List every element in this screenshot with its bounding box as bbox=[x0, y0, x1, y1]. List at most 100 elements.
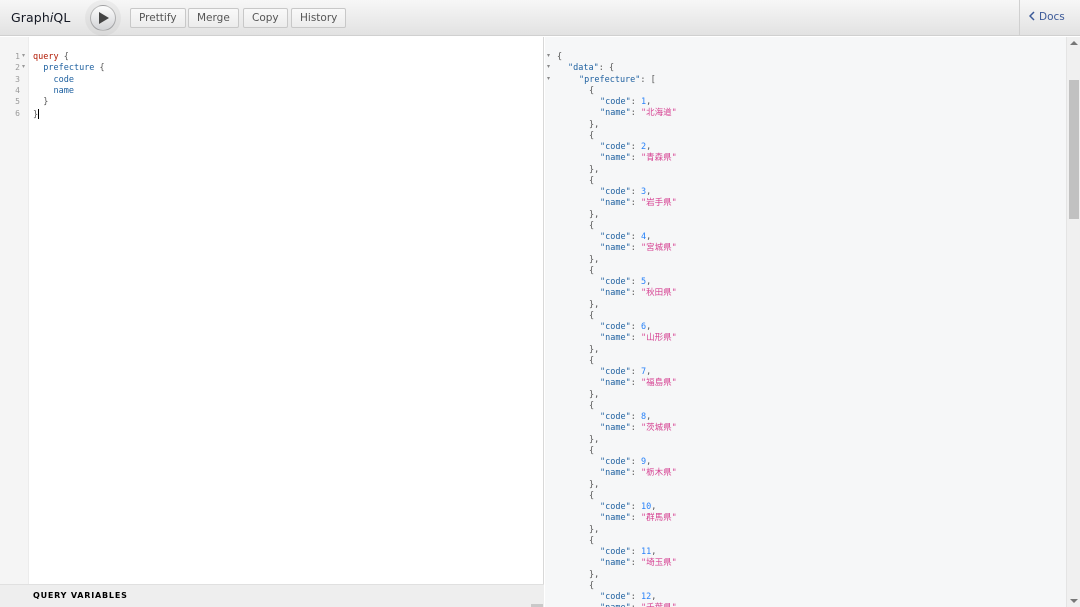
result-line: "name": "茨城県" bbox=[600, 423, 677, 434]
result-line: { bbox=[589, 266, 594, 277]
json-string: "群馬県" bbox=[640, 513, 677, 524]
query-line[interactable]: name bbox=[33, 85, 74, 97]
result-scrollbar[interactable] bbox=[1066, 37, 1080, 607]
result-line: { bbox=[589, 401, 594, 412]
toolbar: GraphiQL Prettify Merge Copy History Doc… bbox=[0, 0, 1080, 36]
result-line: }, bbox=[589, 120, 599, 131]
fold-arrow-icon[interactable]: ▾ bbox=[547, 52, 550, 59]
fold-arrow-icon[interactable]: ▾ bbox=[22, 63, 25, 70]
json-punctuation: { bbox=[557, 52, 563, 62]
result-line: "code": 9, bbox=[600, 457, 651, 468]
json-string: "青森県" bbox=[640, 153, 677, 164]
result-line: "code": 11, bbox=[600, 547, 656, 558]
query-field: code bbox=[53, 74, 74, 85]
json-punctuation: : bbox=[630, 142, 641, 152]
json-key: "name" bbox=[600, 333, 631, 344]
json-punctuation: , bbox=[646, 457, 652, 467]
result-line: "name": "秋田県" bbox=[600, 288, 677, 299]
json-punctuation: }, bbox=[589, 254, 600, 265]
json-key: "code" bbox=[600, 457, 631, 467]
result-line: "name": "群馬県" bbox=[600, 513, 677, 524]
result-line: "name": "栃木県" bbox=[600, 468, 677, 479]
query-line[interactable]: } bbox=[33, 97, 48, 108]
json-punctuation: { bbox=[589, 220, 595, 231]
execute-query-button[interactable] bbox=[90, 5, 116, 31]
result-line: "name": "岩手県" bbox=[600, 198, 677, 209]
text-cursor bbox=[38, 108, 40, 119]
json-punctuation: }, bbox=[589, 479, 600, 490]
json-punctuation: { bbox=[589, 490, 595, 501]
result-line: { bbox=[589, 356, 594, 367]
json-punctuation: : bbox=[630, 502, 641, 512]
json-punctuation: , bbox=[646, 97, 652, 107]
json-punctuation: }, bbox=[589, 524, 600, 535]
prettify-button[interactable]: Prettify bbox=[130, 8, 186, 28]
json-punctuation: : bbox=[630, 232, 641, 242]
json-punctuation: , bbox=[646, 412, 652, 422]
json-punctuation: : bbox=[630, 108, 641, 119]
query-editor[interactable]: 1 2 3 4 5 6 ▾ ▾ query { prefecture { code name … bbox=[0, 37, 544, 607]
json-punctuation: : bbox=[630, 468, 641, 479]
fold-arrow-icon[interactable]: ▾ bbox=[22, 52, 25, 59]
docs-button[interactable]: Docs bbox=[1029, 11, 1065, 23]
json-key: "name" bbox=[600, 603, 631, 607]
query-keyword: query bbox=[33, 52, 59, 62]
query-line[interactable]: prefecture { bbox=[33, 63, 104, 74]
json-number: 11 bbox=[640, 547, 652, 557]
query-line[interactable]: query { bbox=[33, 52, 69, 63]
json-key: "name" bbox=[600, 558, 631, 569]
query-field: name bbox=[53, 85, 74, 96]
result-line: { bbox=[589, 536, 594, 547]
json-key: "code" bbox=[600, 592, 631, 602]
line-number: 5 bbox=[15, 97, 20, 107]
scroll-up-arrow-icon[interactable] bbox=[1070, 41, 1078, 45]
line-number: 6 bbox=[15, 108, 20, 118]
json-number: 12 bbox=[640, 592, 652, 602]
json-key: "data" bbox=[568, 63, 599, 74]
json-punctuation: : bbox=[630, 423, 641, 434]
query-field: prefecture bbox=[43, 63, 95, 74]
json-key: "name" bbox=[600, 468, 631, 479]
result-line: "code": 6, bbox=[600, 322, 651, 333]
json-string: "福島県" bbox=[640, 378, 677, 389]
json-punctuation: { bbox=[589, 580, 595, 591]
query-punctuation: } bbox=[43, 97, 49, 108]
result-line: "code": 5, bbox=[600, 277, 651, 288]
scroll-thumb[interactable] bbox=[1069, 80, 1079, 219]
json-punctuation: : bbox=[630, 243, 641, 254]
merge-button[interactable]: Merge bbox=[188, 8, 239, 28]
json-punctuation: { bbox=[589, 535, 595, 546]
result-line: "name": "千葉県" bbox=[600, 603, 677, 607]
json-key: "code" bbox=[600, 277, 631, 287]
json-punctuation: { bbox=[589, 85, 595, 96]
query-line[interactable]: code bbox=[33, 74, 74, 86]
result-line: "name": "福島県" bbox=[600, 378, 677, 389]
json-punctuation: : bbox=[630, 378, 641, 389]
json-key: "name" bbox=[600, 198, 631, 209]
result-viewer[interactable]: {▾ "data": {▾ "prefecture": [▾{"code": 1, "… bbox=[545, 37, 1080, 607]
scroll-down-arrow-icon[interactable] bbox=[1070, 599, 1078, 603]
json-key: "code" bbox=[600, 367, 631, 377]
result-line: }, bbox=[589, 165, 599, 176]
fold-arrow-icon[interactable]: ▾ bbox=[547, 75, 550, 82]
app-title-post: QL bbox=[53, 10, 71, 25]
json-punctuation: { bbox=[589, 310, 595, 321]
result-line: "code": 10, bbox=[600, 502, 656, 513]
copy-button[interactable]: Copy bbox=[243, 8, 288, 28]
json-punctuation: { bbox=[589, 175, 595, 186]
query-line[interactable]: } bbox=[33, 108, 40, 121]
result-line: "name": "山形県" bbox=[600, 333, 677, 344]
query-variables-bar[interactable]: QUERY VARIABLES bbox=[0, 584, 544, 607]
json-punctuation: }, bbox=[589, 209, 600, 220]
history-button[interactable]: History bbox=[291, 8, 347, 28]
json-punctuation: }, bbox=[589, 569, 600, 580]
json-punctuation: }, bbox=[589, 299, 600, 310]
json-punctuation: { bbox=[589, 265, 595, 276]
fold-arrow-icon[interactable]: ▾ bbox=[547, 63, 550, 70]
json-punctuation: , bbox=[646, 277, 652, 287]
line-number-gutter: 1 2 3 4 5 6 ▾ ▾ bbox=[0, 37, 29, 584]
result-line: "name": "北海道" bbox=[600, 108, 677, 119]
json-key: "name" bbox=[600, 243, 631, 254]
json-key: "name" bbox=[600, 378, 631, 389]
query-punctuation: { bbox=[58, 52, 69, 62]
